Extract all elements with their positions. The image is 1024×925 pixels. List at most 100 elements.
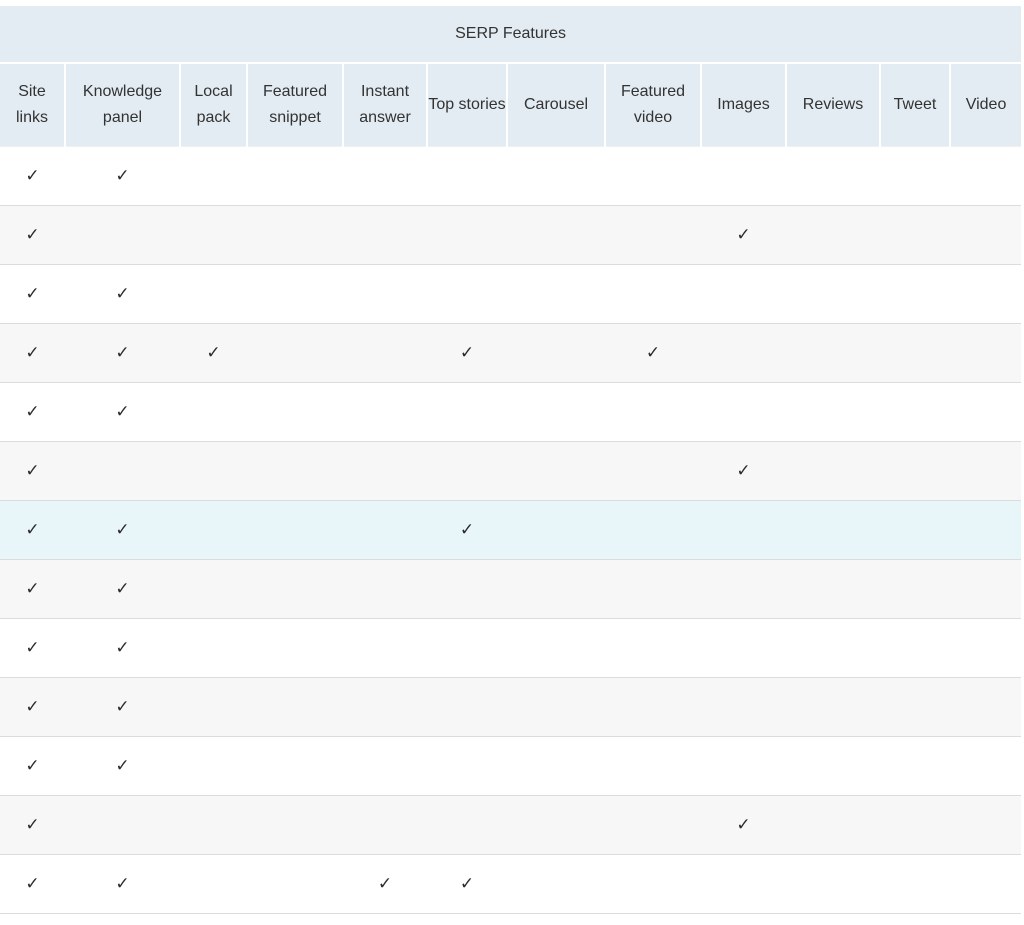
column-header-featured-snippet[interactable]: Featured snippet [246, 63, 343, 147]
check-icon: ✓ [736, 815, 751, 835]
column-header-featured-video[interactable]: Featured video [604, 63, 701, 147]
table-cell: ✓ [427, 323, 507, 383]
table-cell [507, 854, 605, 914]
column-header-site-links[interactable]: Site links [0, 63, 65, 147]
table-row[interactable]: ✓ ✓ ✓ ✓ ✓ [0, 323, 1022, 383]
table-cell [786, 500, 880, 560]
column-header-carousel[interactable]: Carousel [506, 63, 605, 147]
column-header-knowledge-panel[interactable]: Knowledge panel [64, 63, 180, 147]
table-row[interactable]: ✓ ✓ [0, 677, 1022, 737]
table-cell [247, 795, 343, 855]
table-cell [427, 677, 507, 737]
table-cell [786, 736, 880, 796]
table-cell [786, 677, 880, 737]
table-cell [786, 146, 880, 206]
serp-features-panel: SERP Features Site links Knowledge panel… [0, 0, 1024, 925]
table-cell [507, 618, 605, 678]
column-header-top-stories[interactable]: Top stories [426, 63, 507, 147]
table-row[interactable]: ✓ ✓ ✓ ✓ [0, 854, 1022, 914]
table-cell [507, 677, 605, 737]
check-icon: ✓ [115, 166, 130, 186]
table-cell [701, 559, 786, 619]
table-cell: ✓ [0, 264, 65, 324]
table-cell [605, 559, 701, 619]
table-cell [343, 382, 427, 442]
table-cell: ✓ [65, 382, 180, 442]
column-header-local-pack[interactable]: Local pack [179, 63, 247, 147]
table-row[interactable]: ✓ ✓ [0, 382, 1022, 442]
table-cell [180, 677, 247, 737]
table-row[interactable]: ✓ ✓ [0, 618, 1022, 678]
table-row[interactable]: ✓ ✓ [0, 146, 1022, 206]
table-cell [247, 323, 343, 383]
check-icon: ✓ [645, 343, 661, 363]
check-icon: ✓ [25, 756, 40, 776]
table-cell [247, 677, 343, 737]
table-cell [880, 795, 950, 855]
table-cell [427, 618, 507, 678]
table-cell [880, 677, 950, 737]
table-cell [701, 677, 786, 737]
table-cell [180, 146, 247, 206]
table-cell [605, 677, 701, 737]
table-row[interactable]: ✓ ✓ [0, 559, 1022, 619]
table-cell: ✓ [180, 323, 247, 383]
table-cell [880, 736, 950, 796]
check-icon: ✓ [115, 284, 130, 304]
column-header-images[interactable]: Images [700, 63, 786, 147]
table-cell [701, 264, 786, 324]
table-cell [950, 146, 1022, 206]
table-cell [701, 382, 786, 442]
table-cell: ✓ [343, 854, 427, 914]
table-cell [247, 500, 343, 560]
table-cell: ✓ [65, 559, 180, 619]
table-cell [701, 500, 786, 560]
column-header-instant-answer[interactable]: Instant answer [342, 63, 427, 147]
table-cell [343, 264, 427, 324]
column-header-reviews[interactable]: Reviews [785, 63, 880, 147]
table-cell: ✓ [65, 264, 180, 324]
table-cell [880, 264, 950, 324]
table-cell [343, 677, 427, 737]
table-row[interactable]: ✓ ✓ [0, 205, 1022, 265]
table-cell [180, 736, 247, 796]
table-row[interactable]: ✓ ✓ [0, 736, 1022, 796]
table-cell: ✓ [427, 500, 507, 560]
table-cell: ✓ [65, 146, 180, 206]
table-cell [180, 264, 247, 324]
table-cell [180, 795, 247, 855]
table-cell [180, 500, 247, 560]
table-cell [880, 205, 950, 265]
check-icon: ✓ [25, 461, 40, 481]
table-cell [786, 441, 880, 501]
table-cell [507, 795, 605, 855]
table-row[interactable]: ✓ ✓ [0, 441, 1022, 501]
table-cell [247, 382, 343, 442]
table-cell [247, 854, 343, 914]
table-cell [605, 205, 701, 265]
check-icon: ✓ [25, 284, 40, 304]
column-header-video[interactable]: Video [948, 63, 1022, 147]
table-cell [247, 618, 343, 678]
table-cell: ✓ [0, 323, 65, 383]
table-cell [880, 500, 950, 560]
table-cell [427, 441, 507, 501]
check-icon: ✓ [459, 520, 475, 540]
table-cell [180, 559, 247, 619]
table-cell: ✓ [65, 854, 180, 914]
table-cell [507, 323, 605, 383]
table-cell: ✓ [65, 500, 180, 560]
table-cell [880, 323, 950, 383]
column-header-tweet[interactable]: Tweet [879, 63, 950, 147]
table-row[interactable]: ✓ ✓ [0, 264, 1022, 324]
table-cell [605, 382, 701, 442]
check-icon: ✓ [115, 697, 130, 717]
table-cell: ✓ [65, 677, 180, 737]
table-row[interactable]: ✓ ✓ ✓ [0, 500, 1022, 560]
table-cell: ✓ [0, 618, 65, 678]
table-cell [605, 146, 701, 206]
table-cell [880, 441, 950, 501]
check-icon: ✓ [115, 520, 130, 540]
table-cell [786, 264, 880, 324]
table-row[interactable]: ✓ ✓ [0, 795, 1022, 855]
